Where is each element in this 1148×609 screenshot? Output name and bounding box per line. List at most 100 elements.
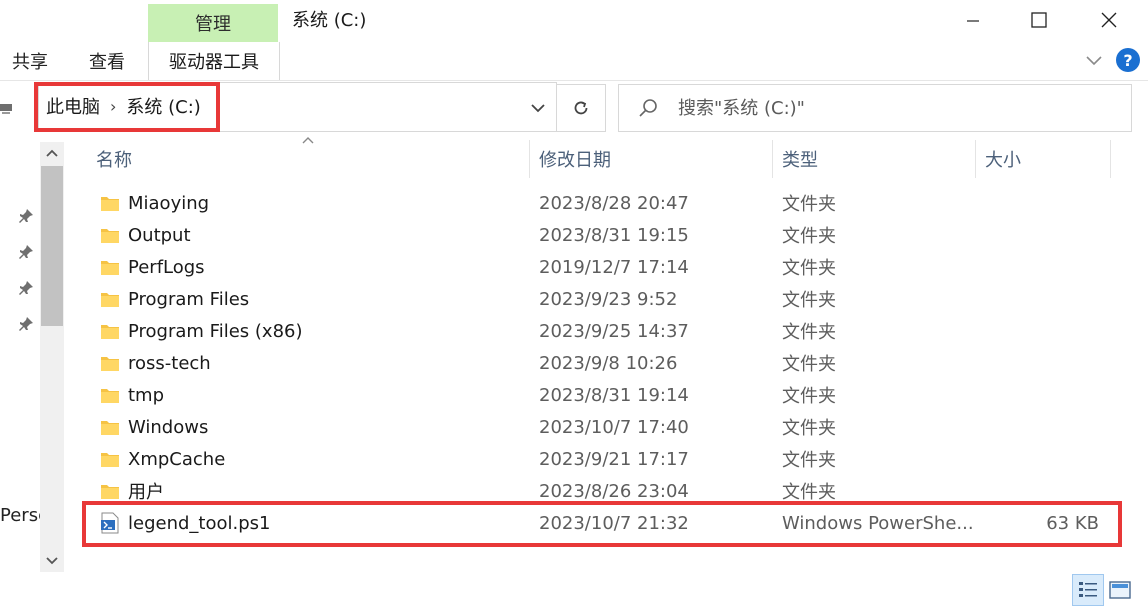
- file-date-modified: 2023/9/25 14:37: [539, 320, 689, 342]
- column-header-name[interactable]: 名称: [96, 140, 132, 178]
- details-view-button[interactable]: [1072, 574, 1104, 606]
- large-icons-view-icon: [1109, 581, 1131, 599]
- minimize-button[interactable]: [938, 0, 1008, 40]
- maximize-icon: [1031, 12, 1047, 28]
- search-icon: [639, 99, 657, 117]
- file-name: XmpCache: [128, 448, 226, 470]
- large-icons-view-button[interactable]: [1106, 576, 1134, 604]
- file-size: [962, 411, 1099, 443]
- chevron-up-icon: [46, 149, 58, 157]
- file-date-modified: 2023/8/28 20:47: [539, 192, 689, 214]
- chevron-down-icon: [46, 557, 58, 565]
- column-divider[interactable]: [1110, 140, 1111, 178]
- file-size: [962, 283, 1099, 315]
- chevron-down-icon: [1086, 56, 1102, 66]
- folder-icon: [101, 421, 119, 435]
- this-pc-icon: [0, 104, 12, 114]
- folder-icon: [101, 293, 119, 307]
- file-row[interactable]: Miaoying 2023/8/28 20:47 文件夹: [84, 187, 1112, 219]
- file-size: [962, 187, 1099, 219]
- search-input[interactable]: 搜索"系统 (C:)": [678, 94, 805, 120]
- folder-icon: [101, 389, 119, 403]
- help-icon: ?: [1123, 50, 1133, 70]
- file-name: tmp: [128, 384, 165, 406]
- file-date-modified: 2023/8/31 19:15: [539, 224, 689, 246]
- scroll-up-button[interactable]: [40, 142, 64, 164]
- file-name: Output: [128, 224, 191, 246]
- tab-view[interactable]: 查看: [89, 42, 125, 80]
- file-type: 文件夹: [782, 418, 836, 439]
- tab-share[interactable]: 共享: [12, 42, 48, 80]
- file-row[interactable]: ross-tech 2023/9/8 10:26 文件夹: [84, 347, 1112, 379]
- pin-icon[interactable]: [18, 280, 34, 296]
- file-row[interactable]: tmp 2023/8/31 19:14 文件夹: [84, 379, 1112, 411]
- file-date-modified: 2023/10/7 17:40: [539, 416, 689, 438]
- file-date-modified: 2023/8/31 19:14: [539, 384, 689, 406]
- file-row[interactable]: Program Files 2023/9/23 9:52 文件夹: [84, 283, 1112, 315]
- close-icon: [1101, 12, 1117, 28]
- close-button[interactable]: [1074, 0, 1144, 40]
- column-divider[interactable]: [772, 140, 773, 178]
- file-date-modified: 2019/12/7 17:14: [539, 256, 689, 278]
- folder-icon: [101, 485, 119, 499]
- folder-icon: [101, 357, 119, 371]
- column-header-type[interactable]: 类型: [782, 140, 818, 178]
- help-button[interactable]: ?: [1116, 48, 1140, 72]
- file-name: ross-tech: [128, 352, 211, 374]
- column-divider[interactable]: [529, 140, 530, 178]
- file-type: 文件夹: [782, 226, 836, 247]
- minimize-icon: [967, 20, 979, 22]
- file-type: 文件夹: [782, 258, 836, 279]
- manage-context-group[interactable]: 管理: [148, 4, 278, 42]
- file-date-modified: 2023/9/21 17:17: [539, 448, 689, 470]
- file-name: Miaoying: [128, 192, 210, 214]
- address-history-dropdown[interactable]: [520, 90, 556, 126]
- file-name: Program Files: [128, 288, 250, 310]
- file-name: Program Files (x86): [128, 320, 303, 342]
- file-size: [962, 251, 1099, 283]
- window-title: 系统 (C:): [292, 10, 367, 31]
- file-row[interactable]: XmpCache 2023/9/21 17:17 文件夹: [84, 443, 1112, 475]
- file-date-modified: 2023/9/23 9:52: [539, 288, 678, 310]
- refresh-icon: [574, 101, 588, 115]
- file-type: 文件夹: [782, 290, 836, 311]
- file-size: [962, 443, 1099, 475]
- chevron-down-icon: [531, 104, 545, 113]
- file-type: 文件夹: [782, 450, 836, 471]
- folder-icon: [101, 229, 119, 243]
- file-name: PerfLogs: [128, 256, 205, 278]
- highlight-file-row: [82, 501, 1122, 547]
- column-divider[interactable]: [975, 140, 976, 178]
- highlight-breadcrumb: [34, 82, 220, 132]
- tab-drive-tools[interactable]: 驱动器工具: [148, 42, 280, 80]
- pin-icon[interactable]: [18, 208, 34, 224]
- ribbon-expand-button[interactable]: [1082, 48, 1106, 72]
- pin-icon[interactable]: [18, 244, 34, 260]
- file-type: 文件夹: [782, 354, 836, 375]
- file-type: 文件夹: [782, 322, 836, 343]
- file-row[interactable]: Windows 2023/10/7 17:40 文件夹: [84, 411, 1112, 443]
- column-header-size[interactable]: 大小: [985, 140, 1021, 178]
- nav-scrollbar-thumb[interactable]: [41, 166, 63, 326]
- pin-icon[interactable]: [18, 316, 34, 332]
- details-view-icon: [1079, 582, 1097, 597]
- folder-icon: [101, 261, 119, 275]
- file-name: Windows: [128, 416, 209, 438]
- file-size: [962, 219, 1099, 251]
- refresh-button[interactable]: [557, 84, 606, 132]
- folder-icon: [101, 197, 119, 211]
- scroll-down-button[interactable]: [40, 550, 64, 572]
- file-row[interactable]: Program Files (x86) 2023/9/25 14:37 文件夹: [84, 315, 1112, 347]
- file-type: 文件夹: [782, 194, 836, 215]
- folder-icon: [101, 453, 119, 467]
- sort-ascending-icon: [302, 137, 314, 144]
- file-size: [962, 347, 1099, 379]
- file-row[interactable]: PerfLogs 2019/12/7 17:14 文件夹: [84, 251, 1112, 283]
- file-size: [962, 315, 1099, 347]
- maximize-button[interactable]: [1004, 0, 1074, 40]
- file-type: 文件夹: [782, 386, 836, 407]
- column-header-date[interactable]: 修改日期: [539, 140, 611, 178]
- folder-icon: [101, 325, 119, 339]
- file-date-modified: 2023/9/8 10:26: [539, 352, 678, 374]
- file-row[interactable]: Output 2023/8/31 19:15 文件夹: [84, 219, 1112, 251]
